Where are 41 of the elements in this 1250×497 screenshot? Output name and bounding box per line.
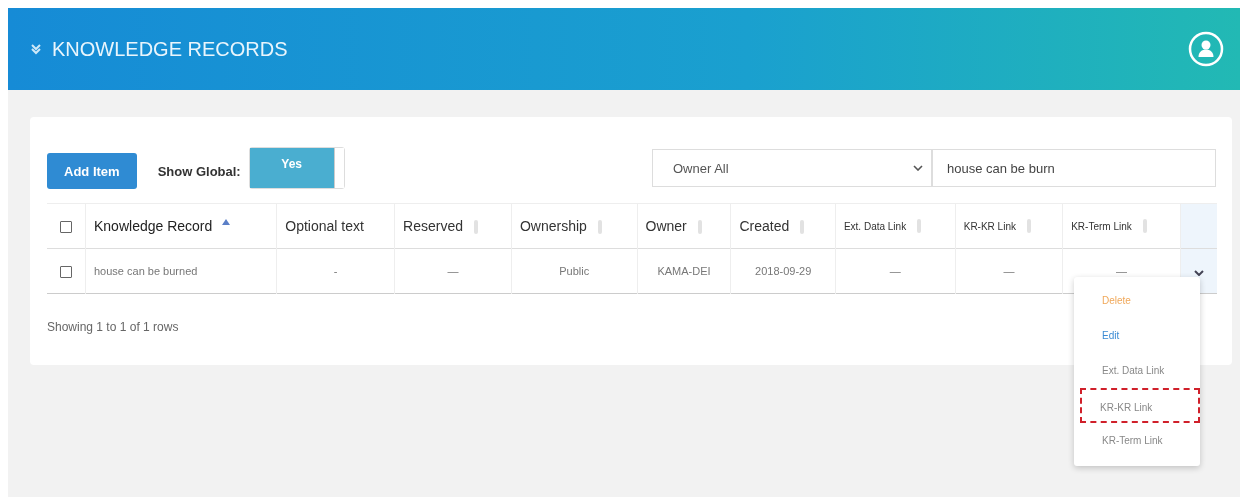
sort-ascending-icon[interactable]: [222, 219, 231, 226]
caret-icon: [913, 165, 923, 171]
show-global-label: Show Global:: [157, 163, 241, 179]
page-title: KNOWLEDGE RECORDS: [52, 37, 289, 61]
column-header[interactable]: Created: [730, 203, 836, 249]
table-cell: —: [835, 248, 956, 294]
sort-icon[interactable]: [916, 219, 923, 233]
table-cell: Public: [511, 248, 638, 294]
row-menu-toggle-icon[interactable]: [1194, 270, 1204, 276]
search-field[interactable]: house can be burn: [932, 149, 1216, 187]
menu-item[interactable]: Ext. Data Link: [1078, 353, 1196, 388]
column-header[interactable]: Ext. Data Link: [835, 203, 956, 249]
table-cell: KAMA-DEI: [637, 248, 731, 294]
pagination-summary: Showing 1 to 1 of 1 rows: [47, 320, 180, 334]
chevron-icon[interactable]: [30, 43, 42, 55]
column-header[interactable]: KR-Term Link: [1062, 203, 1181, 249]
sort-icon[interactable]: [596, 219, 603, 234]
menu-item[interactable]: KR-Term Link: [1078, 423, 1196, 458]
sort-icon[interactable]: [1025, 219, 1032, 233]
menu-item[interactable]: Edit: [1078, 318, 1196, 353]
sort-icon[interactable]: [696, 219, 703, 234]
user-avatar-icon[interactable]: [1188, 31, 1224, 67]
sort-icon[interactable]: [1141, 219, 1148, 233]
column-header[interactable]: Reserved: [394, 203, 512, 249]
checkbox[interactable]: [60, 220, 72, 233]
sort-icon[interactable]: [473, 219, 479, 234]
table-cell: -: [276, 248, 395, 294]
column-header[interactable]: Knowledge Record: [85, 203, 277, 249]
menu-item[interactable]: KR-KR Link: [1080, 388, 1200, 423]
owner-select[interactable]: Owner All: [652, 149, 932, 187]
column-header[interactable]: Optional text: [276, 203, 395, 249]
table-cell: 2018-09-29: [730, 248, 836, 294]
table-cell: house can be burned: [85, 248, 277, 294]
add-item-button[interactable]: Add Item: [47, 153, 137, 189]
checkbox[interactable]: [60, 265, 72, 278]
column-header[interactable]: Owner: [637, 203, 731, 249]
table-cell: —: [394, 248, 512, 294]
column-header[interactable]: Ownership: [511, 203, 638, 249]
column-header[interactable]: KR-KR Link: [955, 203, 1063, 249]
sort-icon[interactable]: [799, 219, 806, 234]
table-cell: —: [955, 248, 1063, 294]
